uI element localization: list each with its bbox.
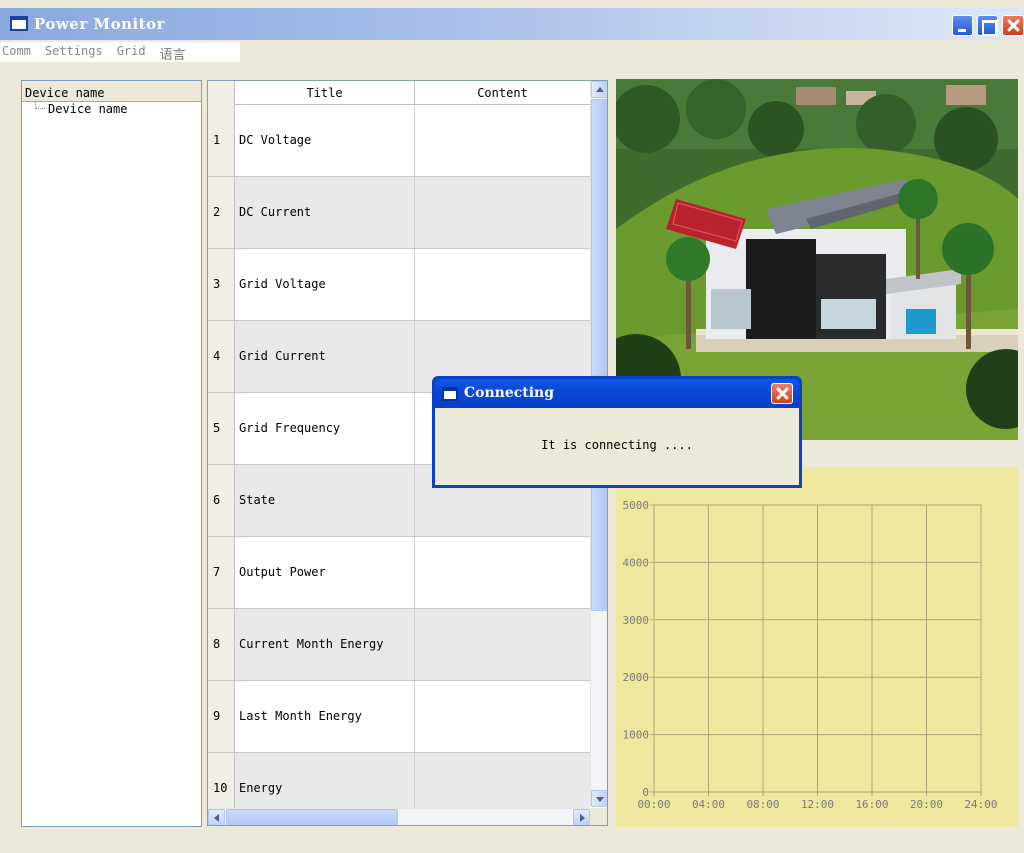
dialog-body: It is connecting .... bbox=[435, 408, 799, 485]
grid-corner-cell[interactable] bbox=[208, 81, 235, 105]
device-tree-panel: Device name Device name bbox=[21, 80, 202, 827]
dialog-window-icon bbox=[442, 387, 458, 401]
row-number[interactable]: 9 bbox=[208, 681, 235, 752]
cell-content[interactable] bbox=[415, 105, 590, 176]
horizontal-scrollbar[interactable] bbox=[208, 808, 590, 825]
cell-content[interactable] bbox=[415, 681, 590, 752]
table-row[interactable]: 8 Current Month Energy bbox=[208, 609, 590, 681]
cell-content[interactable] bbox=[415, 609, 590, 680]
menu-language[interactable]: 语言 bbox=[160, 42, 186, 63]
cell-title[interactable]: Grid Current bbox=[235, 321, 415, 392]
left-arrow-icon bbox=[214, 814, 219, 822]
device-node-label: Device name bbox=[48, 102, 128, 116]
cell-title[interactable]: DC Current bbox=[235, 177, 415, 248]
row-number[interactable]: 3 bbox=[208, 249, 235, 320]
device-tree-node[interactable]: Device name bbox=[22, 102, 201, 116]
table-row[interactable]: 3 Grid Voltage bbox=[208, 249, 590, 321]
y-tick-label: 2000 bbox=[623, 671, 650, 684]
cell-content[interactable] bbox=[415, 249, 590, 320]
vertical-scroll-thumb[interactable] bbox=[591, 99, 607, 611]
dialog-titlebar: Connecting bbox=[435, 379, 799, 408]
column-header-title[interactable]: Title bbox=[235, 81, 415, 105]
y-tick-label: 1000 bbox=[623, 729, 650, 742]
y-tick-label: 5000 bbox=[623, 499, 650, 512]
up-arrow-icon bbox=[596, 87, 604, 92]
grid-header: Title Content bbox=[208, 81, 590, 105]
maximize-button[interactable] bbox=[977, 15, 998, 36]
table-row[interactable]: 7 Output Power bbox=[208, 537, 590, 609]
row-number[interactable]: 8 bbox=[208, 609, 235, 680]
horizontal-scroll-thumb[interactable] bbox=[226, 809, 398, 825]
cell-content[interactable] bbox=[415, 177, 590, 248]
dialog-title: Connecting bbox=[464, 385, 555, 401]
window-title: Power Monitor bbox=[34, 15, 166, 33]
table-row[interactable]: 2 DC Current bbox=[208, 177, 590, 249]
x-tick-label: 08:00 bbox=[746, 798, 779, 811]
tree-connector-line bbox=[35, 102, 45, 109]
app-window-icon bbox=[10, 16, 28, 31]
dialog-message: It is connecting .... bbox=[541, 438, 693, 452]
dialog-close-button[interactable] bbox=[771, 383, 793, 404]
scroll-down-button[interactable] bbox=[591, 790, 607, 807]
chart-svg: 01000200030004000500000:00 04:00 08:00 12:0… bbox=[623, 499, 998, 811]
connecting-dialog: Connecting It is connecting .... bbox=[432, 376, 802, 488]
row-number[interactable]: 7 bbox=[208, 537, 235, 608]
column-header-content[interactable]: Content bbox=[415, 81, 590, 105]
x-tick-label: 00:00 bbox=[637, 798, 670, 811]
table-row[interactable]: 1 DC Voltage bbox=[208, 105, 590, 177]
row-number[interactable]: 1 bbox=[208, 105, 235, 176]
cell-title[interactable]: Current Month Energy bbox=[235, 609, 415, 680]
scrollbar-corner bbox=[590, 808, 607, 825]
close-button[interactable] bbox=[1002, 15, 1024, 36]
row-number[interactable]: 4 bbox=[208, 321, 235, 392]
device-tree-header[interactable]: Device name bbox=[22, 81, 201, 102]
scroll-right-button[interactable] bbox=[573, 809, 590, 825]
cell-title[interactable]: Output Power bbox=[235, 537, 415, 608]
right-arrow-icon bbox=[580, 814, 585, 822]
table-row[interactable]: 9 Last Month Energy bbox=[208, 681, 590, 753]
row-number[interactable]: 2 bbox=[208, 177, 235, 248]
menu-grid[interactable]: Grid bbox=[117, 42, 146, 62]
down-arrow-icon bbox=[596, 797, 604, 802]
row-number[interactable]: 6 bbox=[208, 465, 235, 536]
y-tick-label: 4000 bbox=[623, 556, 650, 569]
scroll-left-button[interactable] bbox=[208, 809, 225, 825]
cell-content[interactable] bbox=[415, 537, 590, 608]
cell-title[interactable]: State bbox=[235, 465, 415, 536]
x-tick-label: 20:00 bbox=[910, 798, 943, 811]
menu-bar: Comm Settings Grid 语言 bbox=[0, 42, 240, 63]
row-number[interactable]: 5 bbox=[208, 393, 235, 464]
x-tick-label: 12:00 bbox=[801, 798, 834, 811]
cell-title[interactable]: Grid Frequency bbox=[235, 393, 415, 464]
window-titlebar: Power Monitor bbox=[0, 8, 1024, 40]
y-tick-label: 3000 bbox=[623, 614, 650, 627]
x-tick-label: 16:00 bbox=[855, 798, 888, 811]
menu-settings[interactable]: Settings bbox=[45, 42, 103, 62]
x-tick-label: 04:00 bbox=[692, 798, 725, 811]
cell-title[interactable]: DC Voltage bbox=[235, 105, 415, 176]
cell-title[interactable]: Last Month Energy bbox=[235, 681, 415, 752]
scroll-up-button[interactable] bbox=[591, 81, 607, 98]
minimize-button[interactable] bbox=[952, 15, 973, 36]
menu-comm[interactable]: Comm bbox=[2, 42, 31, 62]
cell-title[interactable]: Grid Voltage bbox=[235, 249, 415, 320]
power-chart: 0 1000 2000 3000 4000 5000 00:00 04:00 08:00 12:0… bbox=[616, 467, 1018, 827]
x-tick-label: 24:00 bbox=[964, 798, 997, 811]
